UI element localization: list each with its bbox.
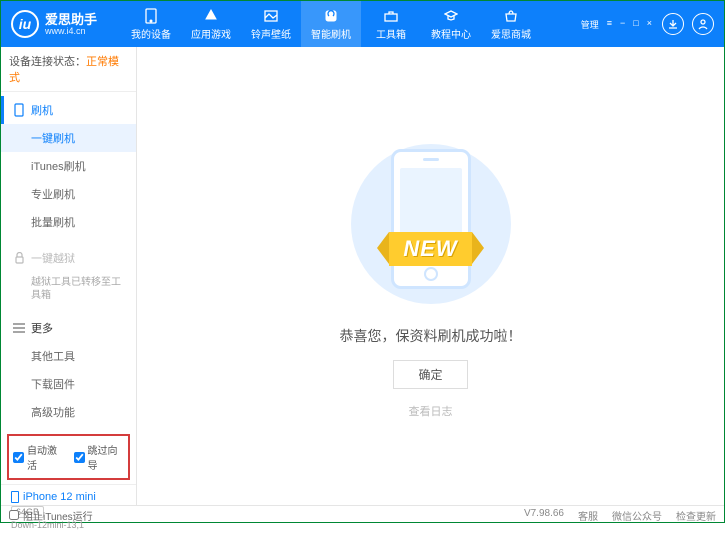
- sidebar-section-flash[interactable]: 刷机: [1, 96, 136, 124]
- sidebar-item-batch-flash[interactable]: 批量刷机: [1, 208, 136, 236]
- nav-label: 工具箱: [376, 26, 406, 41]
- section-label: 更多: [31, 320, 53, 336]
- nav-toolbox[interactable]: 工具箱: [361, 1, 421, 47]
- sidebar: 设备连接状态：正常模式 刷机 一键刷机 iTunes刷机 专业刷机 批量刷机 一…: [1, 47, 137, 505]
- confirm-button[interactable]: 确定: [393, 360, 467, 389]
- phone-icon: [11, 491, 19, 503]
- sidebar-item-download-firmware[interactable]: 下载固件: [1, 370, 136, 398]
- device-name-row: iPhone 12 mini: [11, 491, 126, 503]
- user-button[interactable]: [692, 13, 714, 35]
- nav-label: 智能刷机: [311, 26, 351, 41]
- connection-status: 设备连接状态：正常模式: [1, 47, 136, 92]
- checkbox-block-itunes[interactable]: [9, 510, 19, 520]
- tutorial-icon: [443, 8, 459, 24]
- list-icon: [13, 322, 25, 334]
- support-link[interactable]: 客服: [578, 508, 598, 523]
- nav-store[interactable]: 爱思商城: [481, 1, 541, 47]
- check-update-link[interactable]: 检查更新: [676, 508, 716, 523]
- new-ribbon: NEW: [331, 229, 531, 269]
- phone-icon: [13, 104, 25, 116]
- apps-icon: [203, 8, 219, 24]
- title-right: 管理 ≡ − □ ×: [579, 13, 714, 35]
- close-button[interactable]: ×: [645, 16, 654, 33]
- sidebar-item-pro-flash[interactable]: 专业刷机: [1, 180, 136, 208]
- sidebar-item-other-tools[interactable]: 其他工具: [1, 342, 136, 370]
- flash-icon: [323, 8, 339, 24]
- footer: 阻止iTunes运行 V7.98.66 客服 微信公众号 检查更新: [1, 505, 724, 524]
- window-buttons: 管理 ≡ − □ ×: [579, 16, 654, 33]
- wallpaper-icon: [263, 8, 279, 24]
- sidebar-item-advanced[interactable]: 高级功能: [1, 398, 136, 426]
- footer-right: V7.98.66 客服 微信公众号 检查更新: [524, 508, 716, 523]
- sidebar-section-jailbreak: 一键越狱: [1, 244, 136, 272]
- nav-label: 教程中心: [431, 26, 471, 41]
- lock-icon: [13, 252, 25, 264]
- options-box: 自动激活 跳过向导: [7, 434, 130, 480]
- download-button[interactable]: [662, 13, 684, 35]
- checkbox-skip-guide[interactable]: 跳过向导: [74, 442, 125, 472]
- block-itunes-label: 阻止iTunes运行: [23, 508, 93, 523]
- logo-icon: iu: [11, 10, 39, 38]
- success-message: 恭喜您，保资料刷机成功啦！: [340, 326, 522, 346]
- nav-label: 爱思商城: [491, 26, 531, 41]
- content: 设备连接状态：正常模式 刷机 一键刷机 iTunes刷机 专业刷机 批量刷机 一…: [1, 47, 724, 505]
- maximize-button[interactable]: □: [631, 16, 640, 33]
- checkbox-input[interactable]: [74, 452, 85, 463]
- version-label: V7.98.66: [524, 508, 564, 523]
- device-name: iPhone 12 mini: [23, 491, 96, 503]
- sidebar-item-oneclick-flash[interactable]: 一键刷机: [1, 124, 136, 152]
- checkbox-label: 自动激活: [27, 442, 64, 472]
- nav-my-device[interactable]: 我的设备: [121, 1, 181, 47]
- section-label: 刷机: [31, 102, 53, 118]
- app-title: 爱思助手: [45, 13, 97, 26]
- menu-button[interactable]: ≡: [605, 16, 614, 33]
- nav-label: 我的设备: [131, 26, 171, 41]
- titlebar: iu 爱思助手 www.i4.cn 我的设备 应用游戏 铃声壁纸 智能刷机 工具…: [1, 1, 724, 47]
- store-icon: [503, 8, 519, 24]
- main-panel: NEW 恭喜您，保资料刷机成功啦！ 确定 查看日志: [137, 47, 724, 505]
- wechat-link[interactable]: 微信公众号: [612, 508, 662, 523]
- checkbox-label: 跳过向导: [88, 442, 125, 472]
- checkbox-input[interactable]: [13, 452, 24, 463]
- nav-apps[interactable]: 应用游戏: [181, 1, 241, 47]
- footer-left: 阻止iTunes运行: [9, 508, 524, 523]
- manage-button[interactable]: 管理: [579, 16, 601, 33]
- logo-area: iu 爱思助手 www.i4.cn: [11, 10, 121, 38]
- success-illustration: NEW: [321, 134, 541, 314]
- toolbox-icon: [383, 8, 399, 24]
- section-label: 一键越狱: [31, 250, 75, 266]
- main-nav: 我的设备 应用游戏 铃声壁纸 智能刷机 工具箱 教程中心 爱思商城: [121, 1, 579, 47]
- sidebar-item-itunes-flash[interactable]: iTunes刷机: [1, 152, 136, 180]
- status-label: 设备连接状态：: [9, 56, 86, 68]
- checkbox-auto-activate[interactable]: 自动激活: [13, 442, 64, 472]
- sidebar-section-more[interactable]: 更多: [1, 314, 136, 342]
- nav-flash[interactable]: 智能刷机: [301, 1, 361, 47]
- nav-label: 应用游戏: [191, 26, 231, 41]
- nav-label: 铃声壁纸: [251, 26, 291, 41]
- ribbon-text: NEW: [389, 232, 471, 266]
- jailbreak-note: 越狱工具已转移至工具箱: [1, 272, 136, 306]
- nav-ringtones[interactable]: 铃声壁纸: [241, 1, 301, 47]
- app-url: www.i4.cn: [45, 26, 97, 36]
- minimize-button[interactable]: −: [618, 16, 627, 33]
- view-log-link[interactable]: 查看日志: [409, 403, 453, 419]
- phone-icon: [143, 8, 159, 24]
- nav-tutorials[interactable]: 教程中心: [421, 1, 481, 47]
